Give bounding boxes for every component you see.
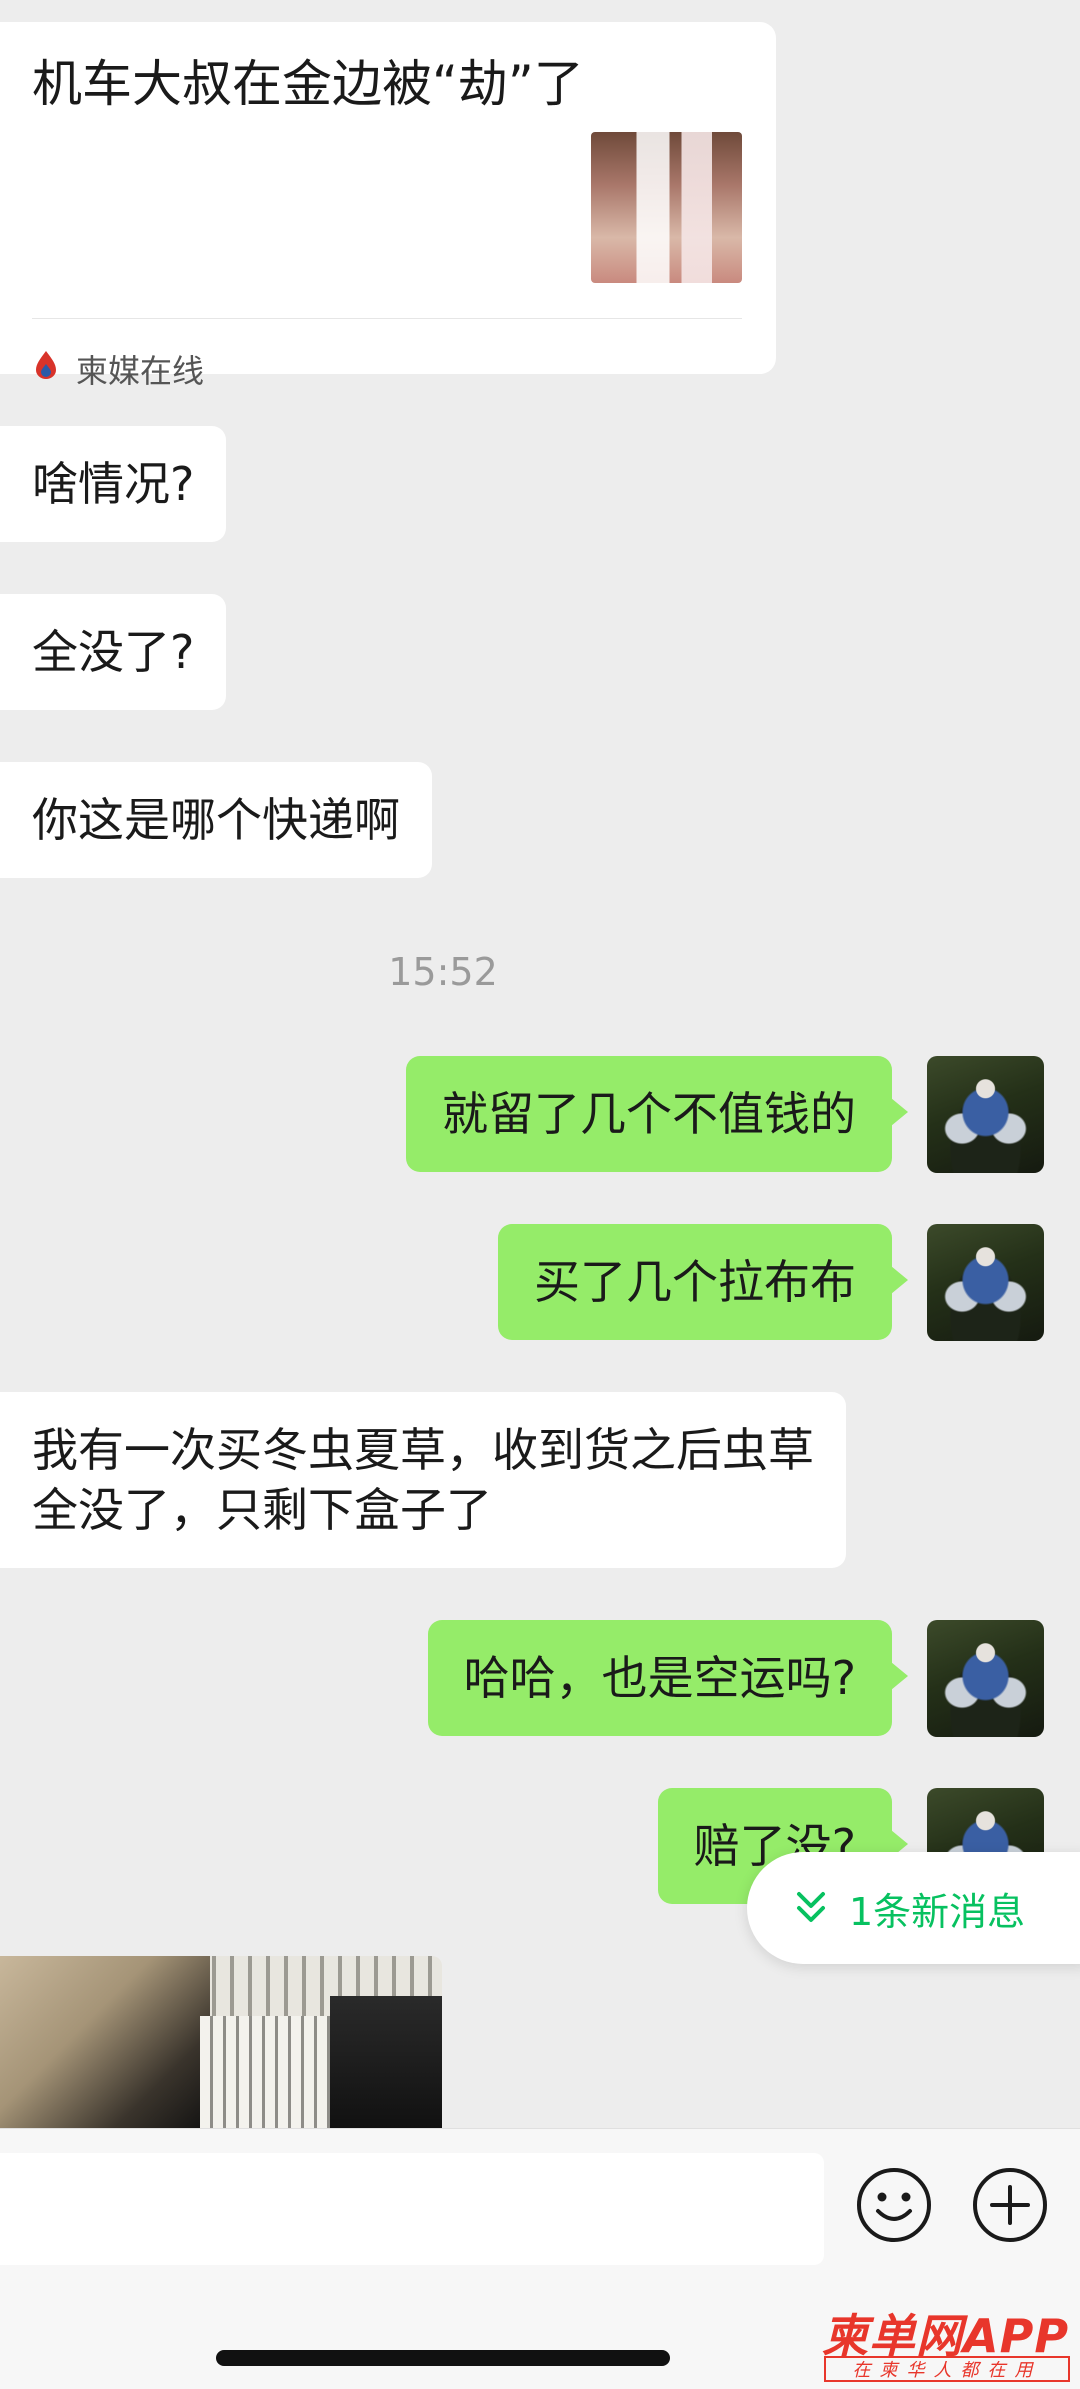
- message-text: 买了几个拉布布: [534, 1255, 856, 1309]
- incoming-message[interactable]: 你这是哪个快递啊: [0, 762, 432, 878]
- plus-circle-icon[interactable]: [970, 2165, 1050, 2245]
- outgoing-message[interactable]: 就留了几个不值钱的: [406, 1056, 908, 1172]
- message-input[interactable]: [0, 2153, 824, 2265]
- watermark-tagline: 在柬华人都在用: [824, 2356, 1070, 2382]
- incoming-message[interactable]: 我有一次买冬虫夏草，收到货之后虫草全没了，只剩下盒子了: [0, 1392, 846, 1568]
- new-message-label: 1条新消息: [849, 1889, 1026, 1934]
- smiley-icon[interactable]: [854, 2165, 934, 2245]
- message-text: 啥情况?: [32, 457, 195, 511]
- link-card-source: 柬媒在线: [76, 352, 205, 390]
- new-message-button[interactable]: 1条新消息: [747, 1852, 1080, 1964]
- image-region: [330, 1996, 442, 2128]
- outgoing-message[interactable]: 买了几个拉布布: [498, 1224, 908, 1340]
- message-text: 哈哈，也是空运吗?: [463, 1651, 856, 1705]
- image-region: [200, 2016, 340, 2128]
- message-text: 全没了?: [32, 625, 195, 679]
- message-text: 我有一次买冬虫夏草，收到货之后虫草全没了，只剩下盒子了: [32, 1423, 814, 1537]
- link-card-divider: [32, 318, 742, 319]
- flame-logo-icon: [36, 351, 56, 379]
- image-region: [0, 1956, 210, 2128]
- outgoing-message[interactable]: 哈哈，也是空运吗?: [427, 1620, 909, 1736]
- image-message[interactable]: [0, 1956, 442, 2128]
- home-indicator: [216, 2350, 670, 2366]
- message-text: 就留了几个不值钱的: [442, 1087, 856, 1141]
- user-avatar[interactable]: [927, 1620, 1044, 1737]
- user-avatar[interactable]: [927, 1224, 1044, 1341]
- chat-timestamp: 15:52: [388, 950, 498, 994]
- link-card-message[interactable]: 机车大叔在金边被“劫”了 柬媒在线: [0, 22, 776, 390]
- link-card-title: 机车大叔在金边被“劫”了: [32, 55, 584, 113]
- user-avatar[interactable]: [927, 1056, 1044, 1173]
- message-text: 你这是哪个快递啊: [32, 793, 400, 847]
- incoming-message[interactable]: 啥情况?: [0, 426, 227, 542]
- watermark-logo: 柬单网APP 在柬华人都在用: [822, 2300, 1072, 2386]
- link-card-thumbnail: [591, 132, 742, 283]
- incoming-message[interactable]: 全没了?: [0, 594, 227, 710]
- double-chevron-down-icon: [797, 1892, 825, 1922]
